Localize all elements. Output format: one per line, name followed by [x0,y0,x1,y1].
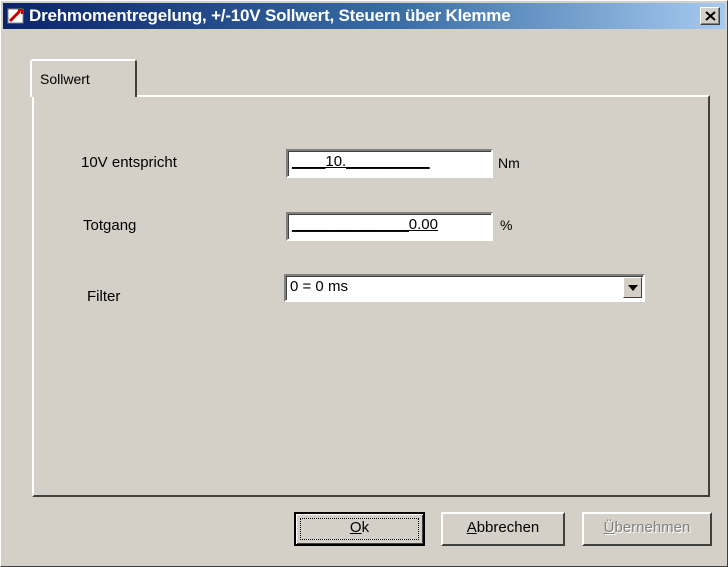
field-totgang[interactable]: ______________0.00 [286,212,493,241]
filter-select-value: 0 = 0 ms [290,278,348,295]
unit-nm: Nm [498,155,520,171]
tab-sollwert[interactable]: Sollwert [30,59,137,97]
ok-button[interactable]: Ok [294,512,425,546]
cancel-label-rest: bbrechen [476,519,540,536]
focus-rect [300,518,419,540]
filter-select[interactable]: 0 = 0 ms [284,274,645,302]
label-totgang: Totgang [83,217,137,234]
field-10v-entspricht-value: ____10.__________ [292,153,430,170]
cancel-button[interactable]: Abbrechen [441,512,565,546]
app-icon [7,7,25,25]
title-bar[interactable]: Drehmomentregelung, +/-10V Sollwert, Ste… [3,3,725,29]
close-button[interactable] [700,7,720,25]
chevron-down-icon [628,285,638,291]
unit-percent: % [500,217,513,233]
apply-label-rest: bernehmen [614,519,691,536]
apply-button[interactable]: Übernehmen [582,512,712,546]
label-10v-entspricht: 10V entspricht [81,154,177,171]
field-10v-entspricht[interactable]: ____10.__________ [286,149,493,178]
filter-dropdown-button[interactable] [623,277,642,298]
cancel-accel: A [466,519,477,536]
tab-label: Sollwert [40,71,90,87]
dialog-window: Drehmomentregelung, +/-10V Sollwert, Ste… [0,0,728,567]
window-title: Drehmomentregelung, +/-10V Sollwert, Ste… [29,6,511,25]
close-icon [705,11,716,21]
apply-accel: Ü [603,519,615,536]
field-totgang-value: ______________0.00 [292,216,438,233]
label-filter: Filter [87,288,121,305]
